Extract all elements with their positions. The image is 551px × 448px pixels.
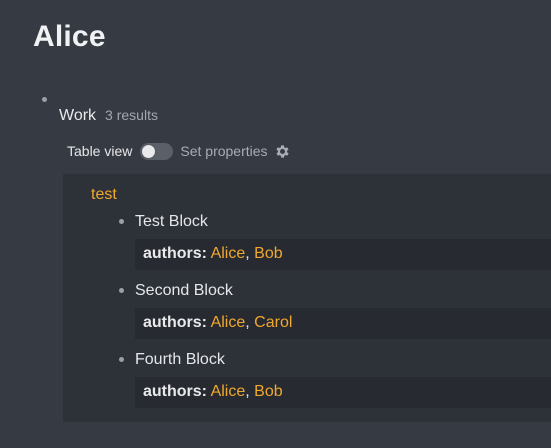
result-block-title[interactable]: Test Block — [135, 213, 208, 231]
property-key: authors: — [143, 314, 207, 331]
property-separator: , — [245, 314, 250, 331]
query-title[interactable]: Work — [59, 107, 96, 125]
result-block-title[interactable]: Second Block — [135, 282, 233, 300]
query-header: Work 3 results — [59, 107, 158, 125]
query-results-count: 3 results — [105, 107, 158, 123]
block-bullet[interactable] — [119, 288, 124, 293]
property-value-link[interactable]: Bob — [254, 245, 282, 262]
property-separator: , — [245, 383, 250, 400]
result-block-title[interactable]: Fourth Block — [135, 351, 225, 369]
result-group-page-ref[interactable]: test — [91, 186, 117, 204]
gear-icon[interactable] — [274, 143, 291, 160]
block-properties-line: authors: Alice, Carol — [143, 314, 292, 332]
query-controls: Table view Set properties — [67, 141, 291, 161]
property-value-link[interactable]: Alice — [211, 383, 246, 400]
page-title[interactable]: Alice — [33, 20, 106, 54]
block-properties-line: authors: Alice, Bob — [143, 383, 283, 401]
block-bullet[interactable] — [119, 219, 124, 224]
table-view-toggle[interactable] — [140, 142, 174, 160]
set-properties-button[interactable]: Set properties — [180, 143, 267, 159]
table-view-label: Table view — [67, 143, 133, 159]
toggle-knob — [142, 144, 156, 158]
property-key: authors: — [143, 383, 207, 400]
property-value-link[interactable]: Alice — [211, 314, 246, 331]
block-bullet[interactable] — [119, 357, 124, 362]
property-value-link[interactable]: Carol — [254, 314, 292, 331]
property-value-link[interactable]: Bob — [254, 383, 282, 400]
property-key: authors: — [143, 245, 207, 262]
page: Alice Work 3 results Table view Set prop… — [0, 0, 551, 448]
block-properties-line: authors: Alice, Bob — [143, 245, 283, 263]
root-block-bullet[interactable] — [42, 97, 47, 102]
property-value-link[interactable]: Alice — [211, 245, 246, 262]
property-separator: , — [245, 245, 250, 262]
